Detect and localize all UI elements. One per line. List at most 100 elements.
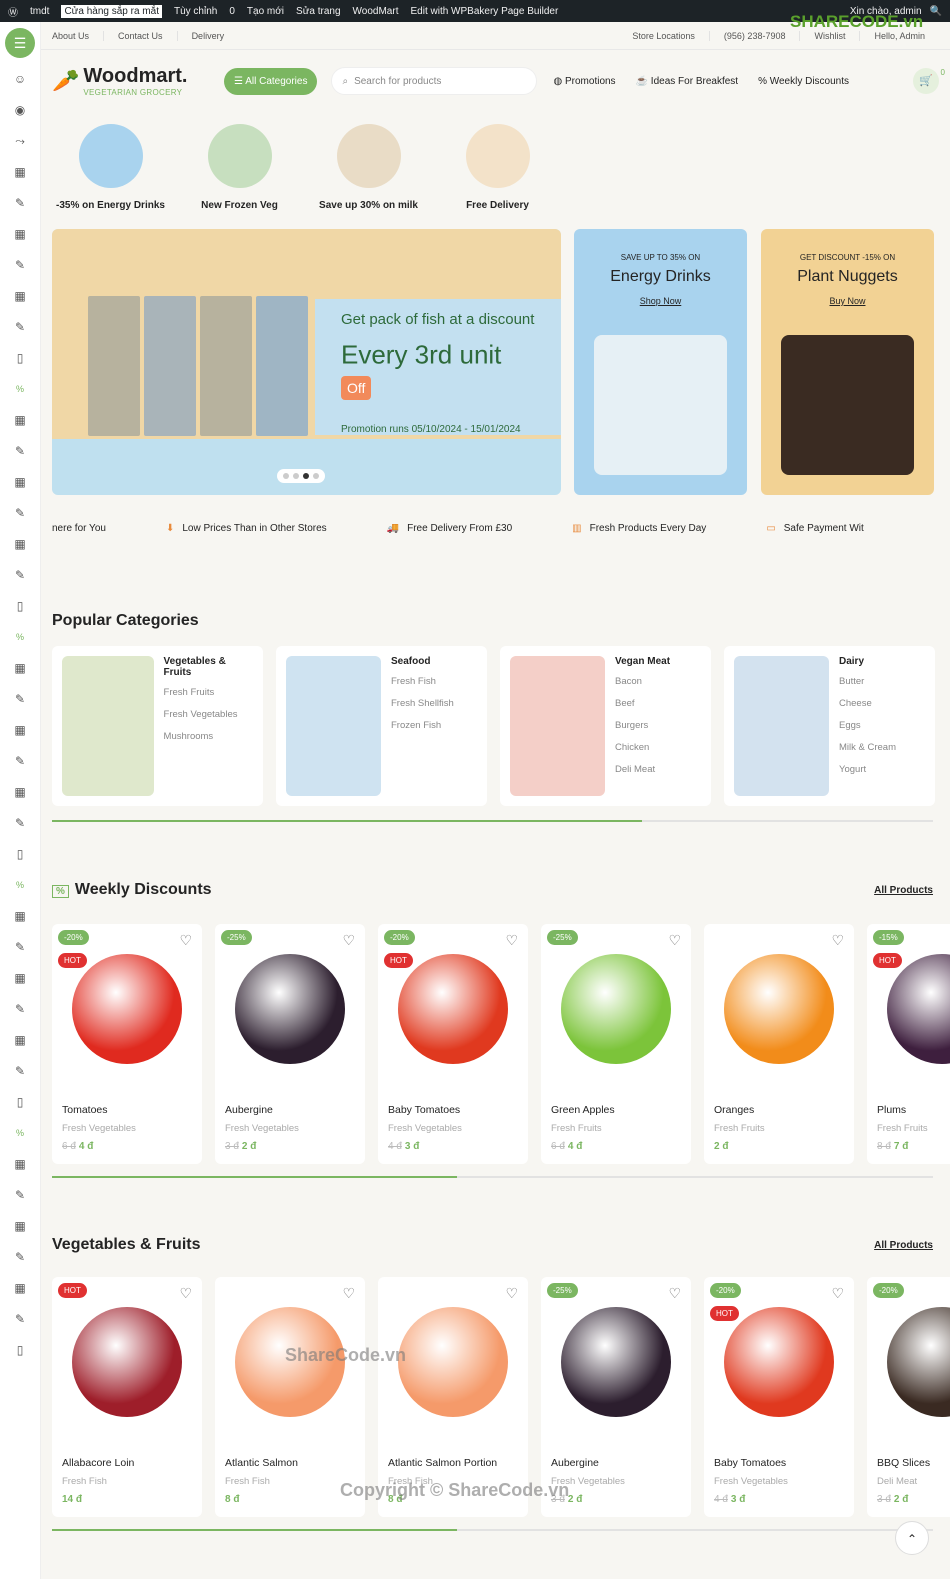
sidebar-category-icon[interactable]: ✎ — [0, 250, 40, 281]
sidebar-category-icon[interactable]: ✎ — [0, 808, 40, 839]
product-card[interactable]: -25% ♡ Aubergine Fresh Vegetables 3 đ2 đ — [215, 924, 365, 1164]
product-image[interactable] — [887, 1307, 950, 1417]
product-card[interactable]: -20% HOT ♡ Baby Tomatoes Fresh Vegetables 4 đ… — [378, 924, 528, 1164]
all-categories-button[interactable]: ☰ All Categories — [224, 67, 318, 95]
topbar-link-about[interactable]: About Us — [52, 30, 105, 41]
product-name[interactable]: Tomatoes — [62, 1104, 108, 1116]
sidebar-category-icon[interactable]: ✎ — [0, 188, 40, 219]
category-link[interactable]: Frozen Fish — [391, 720, 454, 731]
story-item[interactable]: New Frozen Veg — [181, 124, 298, 211]
nav-ideas-breakfast[interactable]: ☕ Ideas For Breakfest — [636, 76, 739, 87]
product-name[interactable]: Aubergine — [225, 1104, 273, 1116]
account-link[interactable]: Hello, Admin — [860, 31, 939, 41]
menu-button[interactable]: ☰ — [5, 28, 35, 58]
product-image[interactable] — [561, 954, 671, 1064]
product-name[interactable]: Green Apples — [551, 1104, 615, 1116]
veg-scrollbar[interactable] — [52, 1529, 933, 1531]
sidebar-category-icon[interactable]: ☺ — [0, 64, 40, 95]
sidebar-category-icon[interactable]: ✎ — [0, 1056, 40, 1087]
cart-button[interactable]: 🛒 0 — [913, 68, 945, 94]
category-link[interactable]: Fresh Fruits — [164, 687, 253, 698]
sidebar-category-icon[interactable]: ▯ — [0, 591, 40, 622]
category-title[interactable]: Vegan Meat — [615, 656, 670, 667]
category-link[interactable]: Cheese — [839, 698, 896, 709]
product-name[interactable]: Atlantic Salmon — [225, 1457, 298, 1469]
story-item[interactable]: Save up 30% on milk — [310, 124, 427, 211]
sidebar-category-icon[interactable]: ✎ — [0, 1304, 40, 1335]
story-item[interactable]: -35% on Energy Drinks — [52, 124, 169, 211]
wishlist-heart-icon[interactable]: ♡ — [342, 932, 355, 949]
admin-woodmart-link[interactable]: WoodMart — [353, 6, 399, 17]
product-image[interactable] — [398, 954, 508, 1064]
product-category[interactable]: Fresh Vegetables — [714, 1476, 788, 1487]
wishlist-link[interactable]: Wishlist — [800, 30, 861, 41]
sidebar-category-icon[interactable]: ✎ — [0, 746, 40, 777]
product-category[interactable]: Fresh Fruits — [551, 1123, 602, 1134]
sidebar-category-icon[interactable]: % — [0, 374, 40, 405]
wishlist-heart-icon[interactable]: ♡ — [831, 932, 844, 949]
admin-wpbakery-link[interactable]: Edit with WPBakery Page Builder — [410, 6, 558, 17]
sidebar-category-icon[interactable]: ✎ — [0, 560, 40, 591]
product-category[interactable]: Fresh Vegetables — [388, 1123, 462, 1134]
veg-all-products-link[interactable]: All Products — [874, 1240, 933, 1251]
admin-comments-link[interactable]: 0 — [229, 6, 235, 17]
slider-dot[interactable] — [313, 473, 319, 479]
wishlist-heart-icon[interactable]: ♡ — [668, 932, 681, 949]
sidebar-category-icon[interactable]: ▦ — [0, 1211, 40, 1242]
sidebar-category-icon[interactable]: ▦ — [0, 1025, 40, 1056]
category-link[interactable]: Yogurt — [839, 764, 896, 775]
product-card[interactable]: ♡ Oranges Fresh Fruits 2 đ — [704, 924, 854, 1164]
product-category[interactable]: Fresh Vegetables — [225, 1123, 299, 1134]
product-name[interactable]: Aubergine — [551, 1457, 599, 1469]
category-card[interactable]: Seafood Fresh Fish Fresh Shellfish Frozen F… — [276, 646, 487, 806]
product-image[interactable] — [398, 1307, 508, 1417]
wishlist-heart-icon[interactable]: ♡ — [342, 1285, 355, 1302]
sidebar-category-icon[interactable]: ✎ — [0, 1242, 40, 1273]
nav-promotions[interactable]: ◍ Promotions — [553, 76, 615, 87]
admin-edit-link[interactable]: Sửa trang — [296, 6, 341, 17]
product-card[interactable]: -20%♡BBQ SlicesDeli Meat3 đ2 đ — [867, 1277, 950, 1517]
category-link[interactable]: Milk & Cream — [839, 742, 896, 753]
store-status-badge[interactable]: Cửa hàng sắp ra mắt — [61, 4, 162, 18]
story-item[interactable]: Free Delivery — [439, 124, 556, 211]
sidebar-category-icon[interactable]: ▦ — [0, 963, 40, 994]
category-link[interactable]: Chicken — [615, 742, 670, 753]
promo-banner[interactable]: SAVE UP TO 35% ON Energy Drinks Shop Now — [574, 229, 747, 495]
topbar-link-delivery[interactable]: Delivery — [178, 31, 239, 41]
product-name[interactable]: Baby Tomatoes — [388, 1104, 460, 1116]
category-title[interactable]: Vegetables & Fruits — [164, 656, 253, 678]
nav-weekly-discounts[interactable]: % Weekly Discounts — [758, 76, 849, 87]
sidebar-category-icon[interactable]: ▦ — [0, 653, 40, 684]
product-name[interactable]: BBQ Slices — [877, 1457, 930, 1469]
product-name[interactable]: Plums — [877, 1104, 906, 1116]
admin-new-link[interactable]: Tạo mới — [247, 6, 284, 17]
sidebar-category-icon[interactable]: % — [0, 622, 40, 653]
admin-site-link[interactable]: tmdt — [30, 6, 49, 17]
sidebar-category-icon[interactable]: ◉ — [0, 95, 40, 126]
wishlist-heart-icon[interactable]: ♡ — [505, 1285, 518, 1302]
wishlist-heart-icon[interactable]: ♡ — [179, 932, 192, 949]
wordpress-icon[interactable]: Ⓦ — [8, 4, 18, 19]
category-link[interactable]: Butter — [839, 676, 896, 687]
search-input[interactable]: ⌕ Search for products — [331, 67, 538, 95]
slider-dot[interactable] — [283, 473, 289, 479]
sidebar-category-icon[interactable]: ▦ — [0, 715, 40, 746]
category-link[interactable]: Deli Meat — [615, 764, 670, 775]
sidebar-category-icon[interactable]: ✎ — [0, 436, 40, 467]
wishlist-heart-icon[interactable]: ♡ — [668, 1285, 681, 1302]
store-locations-link[interactable]: Store Locations — [632, 30, 710, 41]
product-card[interactable]: -25% ♡ Green Apples Fresh Fruits 6 đ4 đ — [541, 924, 691, 1164]
category-link[interactable]: Burgers — [615, 720, 670, 731]
sidebar-category-icon[interactable]: % — [0, 1118, 40, 1149]
sidebar-category-icon[interactable]: ✎ — [0, 684, 40, 715]
sidebar-category-icon[interactable]: ▦ — [0, 529, 40, 560]
sidebar-category-icon[interactable]: ▯ — [0, 343, 40, 374]
product-category[interactable]: Fresh Fruits — [877, 1123, 928, 1134]
wishlist-heart-icon[interactable]: ♡ — [179, 1285, 192, 1302]
product-name[interactable]: Atlantic Salmon Portion — [388, 1457, 497, 1469]
logo[interactable]: 🥕 Woodmart. VEGETARIAN GROCERY — [52, 65, 224, 97]
popular-scrollbar[interactable] — [52, 820, 933, 822]
product-card[interactable]: -20% HOT ♡ Tomatoes Fresh Vegetables 6 đ4 đ — [52, 924, 202, 1164]
product-category[interactable]: Fresh Fish — [62, 1476, 107, 1487]
sidebar-category-icon[interactable]: ▦ — [0, 157, 40, 188]
